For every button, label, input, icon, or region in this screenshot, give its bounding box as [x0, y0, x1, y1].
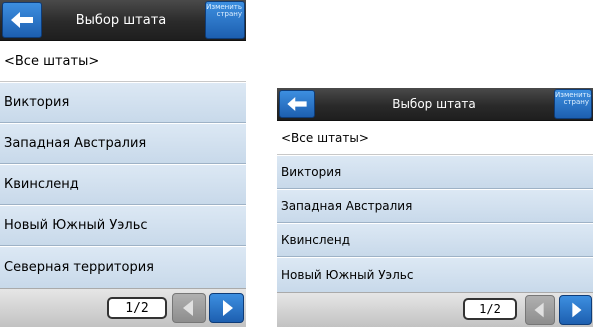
change-country-button[interactable]: Изменить страну [554, 89, 592, 119]
footer-pager: 1/2 [0, 288, 246, 327]
next-page-button[interactable] [209, 293, 244, 323]
list-item-queensland[interactable]: Квинсленд [0, 164, 246, 205]
page-indicator: 1/2 [463, 298, 517, 320]
list-item-northern-territory[interactable]: Северная территория [0, 246, 246, 289]
title-bar: Выбор штата Изменить страну [277, 88, 593, 121]
prev-page-button[interactable] [172, 293, 206, 323]
prev-page-button[interactable] [525, 295, 555, 325]
list-item-victoria[interactable]: Виктория [0, 82, 246, 123]
back-button[interactable] [279, 90, 315, 118]
chevron-right-icon [571, 302, 581, 318]
page-title: Выбор штата [392, 97, 476, 111]
page-title: Выбор штата [75, 12, 167, 28]
list-item-new-south-wales[interactable]: Новый Южный Уэльс [277, 257, 593, 293]
state-select-screen-landscape: Выбор штата Изменить страну <Все штаты> … [277, 88, 593, 327]
arrow-left-icon [287, 97, 307, 111]
list-item-victoria[interactable]: Виктория [277, 155, 593, 189]
arrow-left-icon [11, 12, 33, 28]
state-select-screen-portrait: Выбор штата Изменить страну <Все штаты> … [0, 0, 246, 327]
list-item-queensland[interactable]: Квинсленд [277, 223, 593, 257]
list-item-all-states[interactable]: <Все штаты> [0, 41, 246, 82]
list-item-new-south-wales[interactable]: Новый Южный Уэльс [0, 205, 246, 246]
page-indicator: 1/2 [107, 297, 167, 319]
footer-pager: 1/2 [277, 292, 593, 327]
list-item-western-australia[interactable]: Западная Австралия [277, 189, 593, 223]
chevron-left-icon [534, 302, 544, 318]
change-country-button[interactable]: Изменить страну [205, 1, 245, 39]
chevron-right-icon [222, 300, 233, 316]
back-button[interactable] [2, 2, 42, 38]
list-item-western-australia[interactable]: Западная Австралия [0, 123, 246, 164]
next-page-button[interactable] [559, 295, 592, 325]
chevron-left-icon [183, 300, 193, 316]
list-item-all-states[interactable]: <Все штаты> [277, 121, 593, 155]
title-bar: Выбор штата Изменить страну [0, 0, 246, 41]
